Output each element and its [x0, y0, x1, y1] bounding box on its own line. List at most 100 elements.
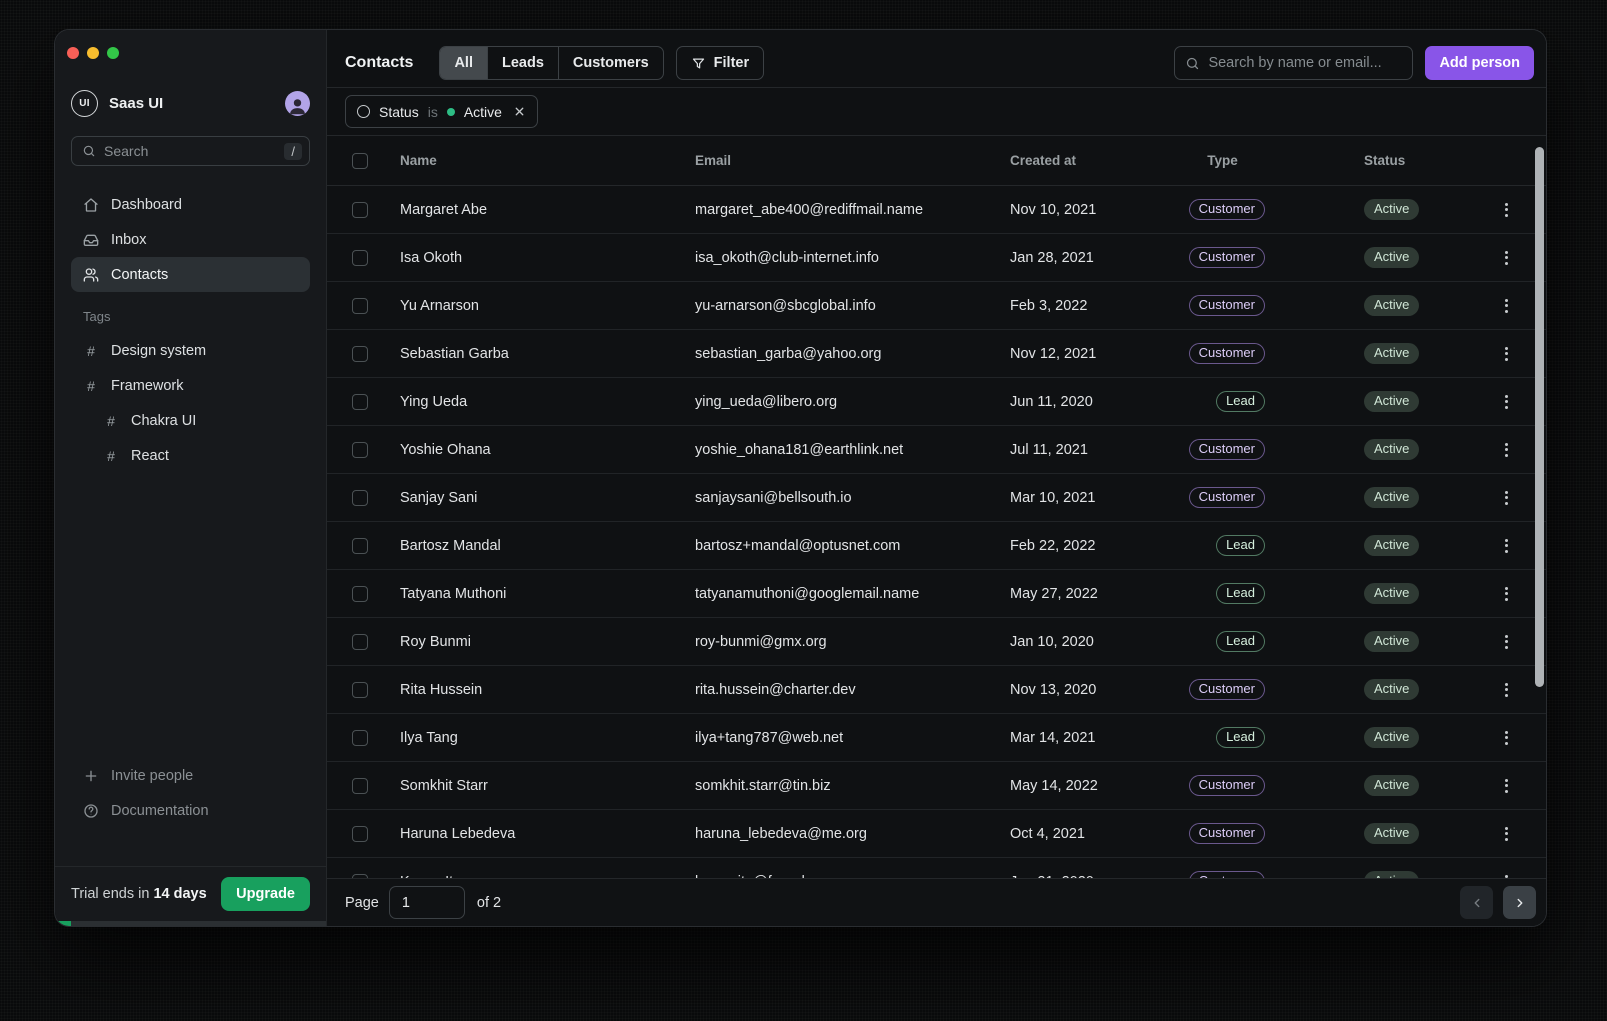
table-row[interactable]: Ilya Tang ilya+tang787@web.net Mar 14, 2…: [327, 714, 1546, 762]
contact-created-at: Mar 10, 2021: [1010, 490, 1180, 506]
contact-email: ilya+tang787@web.net: [695, 730, 1010, 746]
table-row[interactable]: Somkhit Starr somkhit.starr@tin.biz May …: [327, 762, 1546, 810]
table-row[interactable]: Yu Arnarson yu-arnarson@sbcglobal.info F…: [327, 282, 1546, 330]
row-checkbox[interactable]: [352, 250, 368, 266]
row-checkbox[interactable]: [352, 346, 368, 362]
close-window-button[interactable]: [67, 47, 79, 59]
contacts-search[interactable]: [1174, 46, 1413, 80]
row-checkbox[interactable]: [352, 538, 368, 554]
table-row[interactable]: Sebastian Garba sebastian_garba@yahoo.or…: [327, 330, 1546, 378]
page-number-input[interactable]: [389, 886, 465, 919]
tab-customers[interactable]: Customers: [559, 47, 663, 79]
table-row[interactable]: Margaret Abe margaret_abe400@rediffmail.…: [327, 186, 1546, 234]
row-menu-button[interactable]: [1499, 245, 1514, 271]
hash-icon: #: [83, 343, 99, 359]
table-row[interactable]: Tatyana Muthoni tatyanamuthoni@googlemai…: [327, 570, 1546, 618]
status-badge: Active: [1364, 631, 1419, 653]
status-badge: Active: [1364, 727, 1419, 749]
sidebar-item-inbox[interactable]: Inbox: [71, 222, 310, 257]
column-header-created-at[interactable]: Created at: [1010, 153, 1180, 168]
zoom-window-button[interactable]: [107, 47, 119, 59]
workspace-name[interactable]: Saas UI: [109, 95, 163, 112]
previous-page-button[interactable]: [1460, 886, 1493, 919]
column-header-type[interactable]: Type: [1180, 153, 1265, 168]
row-menu-button[interactable]: [1499, 629, 1514, 655]
sidebar-search[interactable]: /: [71, 136, 310, 166]
add-person-button[interactable]: Add person: [1425, 46, 1534, 80]
table-row[interactable]: Yoshie Ohana yoshie_ohana181@earthlink.n…: [327, 426, 1546, 474]
row-checkbox[interactable]: [352, 682, 368, 698]
tag-chakra-ui[interactable]: # Chakra UI: [71, 403, 310, 438]
next-page-button[interactable]: [1503, 886, 1536, 919]
filter-value[interactable]: Active: [464, 104, 502, 120]
row-checkbox[interactable]: [352, 442, 368, 458]
status-badge: Active: [1364, 775, 1419, 797]
filter-operator[interactable]: is: [428, 104, 438, 120]
inbox-icon: [83, 232, 99, 248]
tag-design-system[interactable]: # Design system: [71, 333, 310, 368]
row-menu-button[interactable]: [1499, 869, 1514, 879]
table-row[interactable]: Haruna Lebedeva haruna_lebedeva@me.org O…: [327, 810, 1546, 858]
table-row[interactable]: Rita Hussein rita.hussein@charter.dev No…: [327, 666, 1546, 714]
sidebar-item-contacts[interactable]: Contacts: [71, 257, 310, 292]
tab-all[interactable]: All: [440, 47, 488, 79]
row-checkbox[interactable]: [352, 634, 368, 650]
row-menu-button[interactable]: [1499, 389, 1514, 415]
tag-framework[interactable]: # Framework: [71, 368, 310, 403]
row-menu-button[interactable]: [1499, 485, 1514, 511]
user-avatar[interactable]: [285, 91, 310, 116]
row-menu-button[interactable]: [1499, 581, 1514, 607]
minimize-window-button[interactable]: [87, 47, 99, 59]
sidebar-search-input[interactable]: [104, 143, 276, 159]
table-scrollbar-thumb[interactable]: [1535, 147, 1544, 687]
type-badge: Customer: [1189, 439, 1265, 461]
window-controls: [55, 30, 326, 59]
row-menu-button[interactable]: [1499, 341, 1514, 367]
row-checkbox[interactable]: [352, 730, 368, 746]
table-row[interactable]: Sanjay Sani sanjaysani@bellsouth.io Mar …: [327, 474, 1546, 522]
tags-section-header: Tags: [71, 309, 310, 324]
row-menu-button[interactable]: [1499, 725, 1514, 751]
workspace-logo[interactable]: UI: [71, 90, 98, 117]
row-menu-button[interactable]: [1499, 437, 1514, 463]
row-checkbox[interactable]: [352, 394, 368, 410]
table-row[interactable]: Isa Okoth isa_okoth@club-internet.info J…: [327, 234, 1546, 282]
column-header-name[interactable]: Name: [400, 153, 695, 168]
table-row[interactable]: Roy Bunmi roy-bunmi@gmx.org Jan 10, 2020…: [327, 618, 1546, 666]
row-menu-button[interactable]: [1499, 533, 1514, 559]
row-menu-button[interactable]: [1499, 293, 1514, 319]
filter-button[interactable]: Filter: [676, 46, 764, 80]
row-checkbox[interactable]: [352, 202, 368, 218]
column-header-status[interactable]: Status: [1265, 153, 1467, 168]
contact-name: Roy Bunmi: [400, 634, 695, 650]
invite-people-button[interactable]: Invite people: [71, 758, 310, 793]
type-badge: Customer: [1189, 343, 1265, 365]
table-row[interactable]: Kazuo Ito kazuo.ito@free.dev Jun 21, 202…: [327, 858, 1546, 878]
status-filter-chip[interactable]: Status is Active: [345, 95, 538, 128]
tab-leads[interactable]: Leads: [488, 47, 559, 79]
tag-react[interactable]: # React: [71, 438, 310, 473]
status-badge: Active: [1364, 679, 1419, 701]
select-all-checkbox[interactable]: [352, 153, 368, 169]
remove-filter-button[interactable]: [513, 105, 526, 118]
home-icon: [83, 197, 99, 213]
row-menu-button[interactable]: [1499, 677, 1514, 703]
column-header-email[interactable]: Email: [695, 153, 1010, 168]
sidebar-item-dashboard[interactable]: Dashboard: [71, 187, 310, 222]
contact-email: ying_ueda@libero.org: [695, 394, 1010, 410]
table-row[interactable]: Bartosz Mandal bartosz+mandal@optusnet.c…: [327, 522, 1546, 570]
row-checkbox[interactable]: [352, 586, 368, 602]
row-checkbox[interactable]: [352, 826, 368, 842]
row-menu-button[interactable]: [1499, 773, 1514, 799]
table-row[interactable]: Ying Ueda ying_ueda@libero.org Jun 11, 2…: [327, 378, 1546, 426]
documentation-link[interactable]: Documentation: [71, 793, 310, 828]
row-menu-button[interactable]: [1499, 197, 1514, 223]
upgrade-button[interactable]: Upgrade: [221, 877, 310, 911]
row-checkbox[interactable]: [352, 778, 368, 794]
row-menu-button[interactable]: [1499, 821, 1514, 847]
filter-field[interactable]: Status: [379, 104, 419, 120]
row-checkbox[interactable]: [352, 490, 368, 506]
contacts-search-input[interactable]: [1208, 55, 1402, 71]
contact-created-at: Feb 22, 2022: [1010, 538, 1180, 554]
row-checkbox[interactable]: [352, 298, 368, 314]
